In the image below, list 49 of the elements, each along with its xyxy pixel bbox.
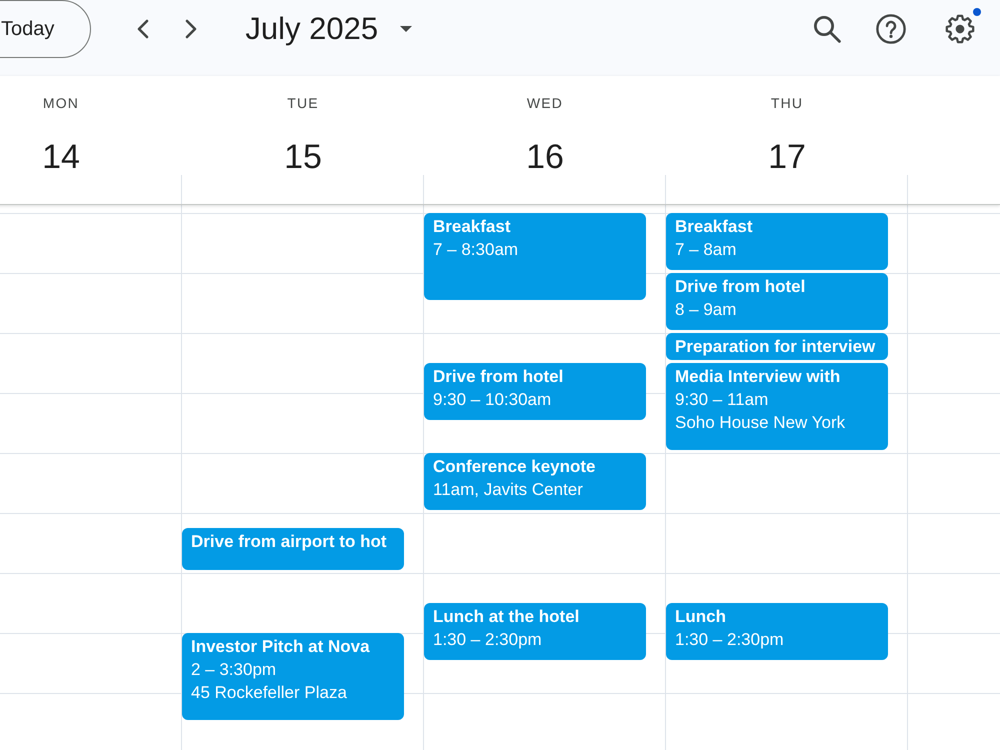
day-name: WED: [526, 94, 564, 113]
event-title: Drive from hotel: [675, 276, 806, 298]
day-name: TUE: [287, 94, 319, 113]
event-title: Breakfast: [433, 216, 510, 238]
month-title[interactable]: July 2025: [245, 11, 378, 47]
event-detail: 1:30 – 2:30pm: [675, 629, 784, 651]
chevron-left-icon[interactable]: [137, 19, 150, 39]
settings-icon[interactable]: [945, 14, 975, 44]
day-number[interactable]: 16: [526, 139, 564, 175]
event-title: Investor Pitch at Nova: [191, 636, 370, 658]
event-card[interactable]: Investor Pitch at Nova 2 – 3:30pm 45 Rockefeller Plaza: [182, 633, 404, 720]
event-title: Conference keynote: [433, 456, 596, 478]
event-detail: 45 Rockefeller Plaza: [191, 682, 347, 704]
event-detail: 8 – 9am: [675, 299, 736, 321]
event-card[interactable]: Lunch 1:30 – 2:30pm: [666, 603, 888, 660]
caret-icon[interactable]: [400, 26, 412, 32]
day-name: THU: [770, 94, 804, 113]
event-title: Lunch at the hotel: [433, 606, 580, 628]
today-button[interactable]: Today: [0, 0, 92, 58]
event-title: Media Interview with: [675, 366, 840, 388]
day-number[interactable]: 14: [42, 139, 80, 175]
event-card[interactable]: Conference keynote 11am, Javits Center: [424, 453, 646, 510]
event-detail: Soho House New York: [675, 412, 846, 434]
event-card[interactable]: Media Interview with 9:30 – 11am Soho House New York: [666, 363, 888, 450]
event-detail: 11am, Javits Center: [433, 479, 583, 501]
event-detail: 9:30 – 10:30am: [433, 389, 552, 411]
event-detail: 7 – 8:30am: [433, 239, 518, 261]
event-detail: 2 – 3:30pm: [191, 659, 276, 681]
event-title: Drive from hotel: [433, 366, 564, 388]
event-title: Breakfast: [675, 216, 752, 238]
day-name: MON: [42, 94, 80, 113]
event-card[interactable]: Breakfast 7 – 8:30am: [424, 213, 646, 300]
chevron-right-icon[interactable]: [185, 19, 198, 39]
event-detail: 1:30 – 2:30pm: [433, 629, 542, 651]
event-card[interactable]: Lunch at the hotel 1:30 – 2:30pm: [424, 603, 646, 660]
event-card[interactable]: Drive from hotel 8 – 9am: [666, 273, 888, 330]
event-card[interactable]: Drive from hotel 9:30 – 10:30am: [424, 363, 646, 420]
day-number[interactable]: 15: [284, 139, 322, 175]
event-card[interactable]: Drive from airport to hot: [182, 528, 404, 570]
event-title: Preparation for interview: [675, 336, 876, 358]
event-card[interactable]: Preparation for interview: [666, 333, 888, 360]
day-number[interactable]: 17: [768, 139, 806, 175]
event-detail: 9:30 – 11am: [675, 389, 768, 411]
event-title: Drive from airport to hot: [191, 531, 387, 553]
help-icon[interactable]: [876, 14, 906, 44]
event-card[interactable]: Breakfast 7 – 8am: [666, 213, 888, 270]
event-detail: 7 – 8am: [675, 239, 736, 261]
search-icon[interactable]: [813, 15, 841, 43]
event-title: Lunch: [675, 606, 726, 628]
